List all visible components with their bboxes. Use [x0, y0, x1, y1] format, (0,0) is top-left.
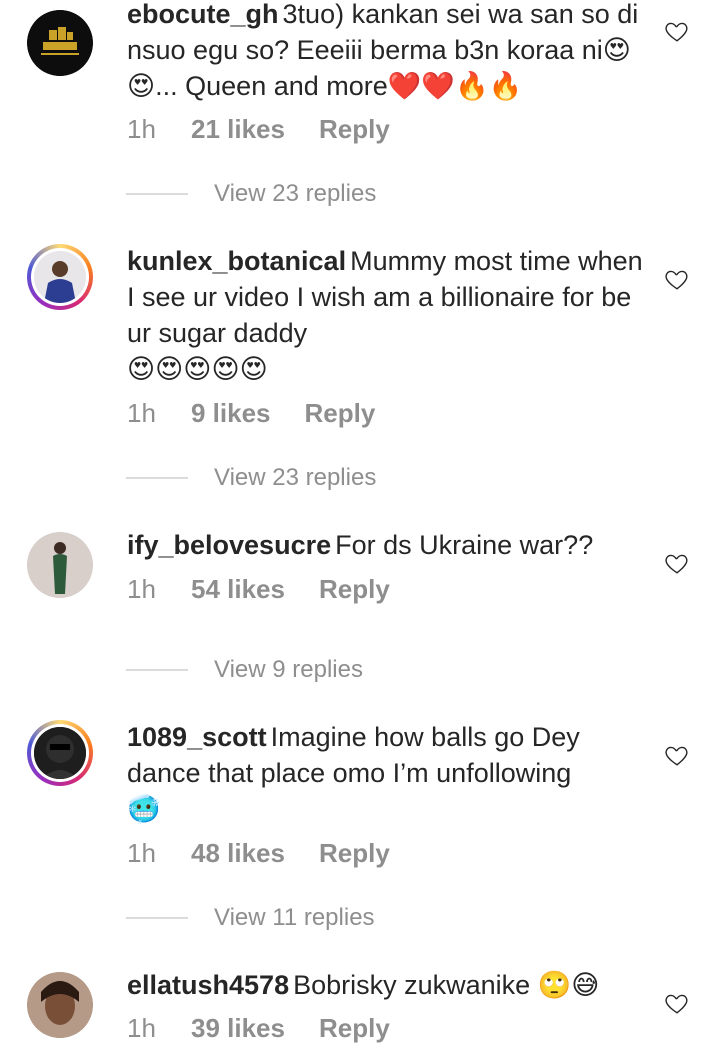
- comment-time: 1h: [127, 574, 156, 604]
- comments-list: ebocute_gh 3tuo) kankan sei wa san so di …: [0, 0, 720, 1045]
- comment-body: Bobrisky zukwanike 🙄😅: [293, 970, 600, 1000]
- comment-likes[interactable]: 48 likes: [191, 838, 285, 869]
- comment-time: 1h: [127, 1013, 156, 1043]
- heart-outline-icon[interactable]: [664, 18, 690, 44]
- comment-text: kunlex_botanical Mummy most time when I s…: [127, 243, 647, 387]
- comment-time: 1h: [127, 838, 156, 868]
- comment-username[interactable]: ebocute_gh: [127, 0, 279, 29]
- reply-button[interactable]: Reply: [319, 1013, 390, 1044]
- comment-time: 1h: [127, 114, 156, 144]
- heart-outline-icon[interactable]: [664, 550, 690, 576]
- heart-outline-icon[interactable]: [664, 266, 690, 292]
- comment-time: 1h: [127, 398, 156, 428]
- comment-text: ellatush4578 Bobrisky zukwanike 🙄😅: [127, 967, 647, 1003]
- avatar[interactable]: [27, 244, 93, 310]
- comment-meta: 1h 54 likes Reply: [127, 574, 390, 605]
- reply-button[interactable]: Reply: [319, 838, 390, 869]
- comment-text: 1089_scott Imagine how balls go Dey dance…: [127, 719, 647, 827]
- comment-meta: 1h 39 likes Reply: [127, 1013, 390, 1044]
- comment-emojis: 🥶: [127, 794, 161, 824]
- comment-text: ebocute_gh 3tuo) kankan sei wa san so di …: [127, 0, 647, 104]
- view-replies-label[interactable]: View 23 replies: [214, 180, 376, 208]
- avatar[interactable]: [27, 10, 93, 76]
- avatar-photo-icon: [34, 251, 86, 303]
- view-replies-label[interactable]: View 11 replies: [214, 904, 375, 932]
- comment-likes[interactable]: 54 likes: [191, 574, 285, 605]
- heart-outline-icon[interactable]: [664, 742, 690, 768]
- divider-line: [126, 917, 188, 919]
- reply-button[interactable]: Reply: [319, 114, 390, 145]
- view-replies-button[interactable]: View 11 replies: [126, 904, 375, 932]
- comment-likes[interactable]: 9 likes: [191, 398, 271, 429]
- heart-outline-icon[interactable]: [664, 990, 690, 1016]
- comment-meta: 1h 9 likes Reply: [127, 398, 375, 429]
- divider-line: [126, 193, 188, 195]
- comment-likes[interactable]: 39 likes: [191, 1013, 285, 1044]
- view-replies-button[interactable]: View 23 replies: [126, 464, 376, 492]
- divider-line: [126, 477, 188, 479]
- view-replies-label[interactable]: View 23 replies: [214, 464, 376, 492]
- comment-emojis: 😍😍😍😍😍: [127, 354, 268, 384]
- comment-text: ify_belovesucre For ds Ukraine war??: [127, 527, 647, 563]
- reply-button[interactable]: Reply: [319, 574, 390, 605]
- view-replies-label[interactable]: View 9 replies: [214, 656, 363, 684]
- avatar[interactable]: [27, 972, 93, 1038]
- comment-username[interactable]: ify_belovesucre: [127, 530, 331, 560]
- view-replies-button[interactable]: View 23 replies: [126, 180, 376, 208]
- avatar-photo-icon: [27, 972, 93, 1038]
- comment-meta: 1h 21 likes Reply: [127, 114, 390, 145]
- avatar-photo-icon: [27, 532, 93, 598]
- avatar[interactable]: [27, 720, 93, 786]
- comment-likes[interactable]: 21 likes: [191, 114, 285, 145]
- avatar-logo-icon: [27, 10, 93, 76]
- comment-meta: 1h 48 likes Reply: [127, 838, 390, 869]
- avatar[interactable]: [27, 532, 93, 598]
- reply-button[interactable]: Reply: [305, 398, 376, 429]
- comment-username[interactable]: ellatush4578: [127, 970, 289, 1000]
- view-replies-button[interactable]: View 9 replies: [126, 656, 363, 684]
- comment-body: For ds Ukraine war??: [335, 530, 594, 560]
- comment-username[interactable]: kunlex_botanical: [127, 246, 346, 276]
- avatar-photo-icon: [34, 727, 86, 779]
- divider-line: [126, 669, 188, 671]
- comment-username[interactable]: 1089_scott: [127, 722, 267, 752]
